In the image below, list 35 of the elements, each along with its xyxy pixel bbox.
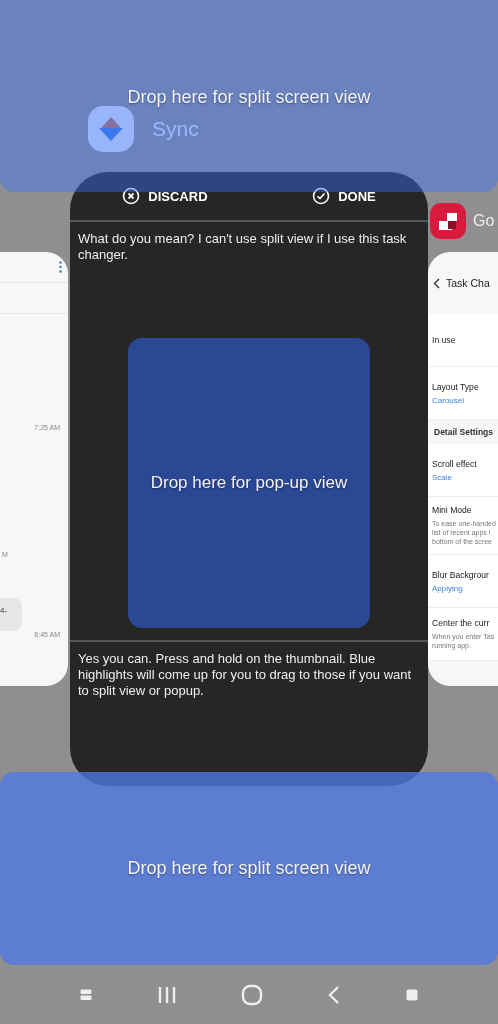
setting-title: Center the curr [432,618,491,628]
recent-app-card[interactable] [428,252,498,686]
screen-title: Task Cha [446,277,490,289]
setting-value: Carousel [432,395,465,405]
pin-button[interactable] [80,988,93,1001]
square-button[interactable] [405,988,418,1001]
setting-title: In use [432,335,457,345]
back-icon [327,984,342,1005]
app-name: Sync [152,117,199,141]
more-icon [59,261,62,273]
message-bubble: 4- [0,598,22,631]
setting-title: Layout Type [432,381,480,392]
drop-zone[interactable]: Drop here for pop-up view [128,338,370,628]
question-text: What do you mean? I can't use split view if I use this task changer. [77,230,408,263]
home-button[interactable] [240,983,263,1006]
setting-title: Mini Mode [432,505,473,515]
drop-zone[interactable]: Drop here for split screen view [0,772,498,965]
setting-value: Scale [432,472,453,482]
back-icon [433,277,440,289]
app-name: Go [473,212,495,230]
close-icon [122,187,141,205]
home-icon [240,983,263,1006]
check-icon [312,187,331,205]
recents-icon [156,985,177,1004]
stop-icon [405,988,418,1001]
recents-button[interactable] [156,985,177,1004]
sync-app-icon [88,106,134,152]
answer-text: Yes you can. Press and hold on the thumbnail. Blue highlights will come up for you to drag to those if you want to split view or popup. [77,650,413,699]
setting-title: Blur Backgrour [432,569,490,580]
setting-value: Applying [432,583,464,593]
puzzle-icon [430,203,466,239]
back-button[interactable] [327,984,342,1005]
pin-icon [80,988,93,1001]
section-header: Detail Settings [433,426,495,439]
setting-title: Scroll effect [432,458,478,469]
